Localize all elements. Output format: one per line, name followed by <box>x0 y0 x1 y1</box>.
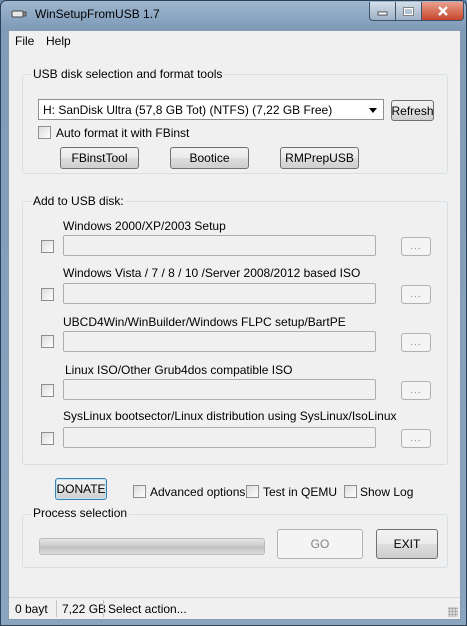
status-separator <box>56 600 57 617</box>
refresh-button[interactable]: Refresh <box>391 100 434 121</box>
browse-button-bartpe[interactable]: ... <box>401 333 431 352</box>
status-bar: 0 bayt 7,22 GB Select action... <box>9 597 460 619</box>
source-path-bartpe[interactable] <box>63 331 376 352</box>
close-button[interactable] <box>421 2 464 21</box>
status-separator <box>103 600 104 617</box>
source-path-winxp[interactable] <box>63 235 376 256</box>
show-log-checkbox[interactable] <box>344 485 357 498</box>
maximize-button[interactable] <box>395 2 422 21</box>
browse-button-syslinux[interactable]: ... <box>401 429 431 448</box>
rmprepusb-button[interactable]: RMPrepUSB <box>280 147 359 169</box>
app-window: WinSetupFromUSB 1.7 File Help USB disk s… <box>0 0 467 626</box>
test-qemu-checkbox[interactable] <box>246 485 259 498</box>
source-checkbox-linux[interactable] <box>41 384 54 397</box>
source-label-vista: Windows Vista / 7 / 8 / 10 /Server 2008/… <box>63 266 361 280</box>
resize-grip-icon[interactable] <box>448 607 458 617</box>
minimize-button[interactable] <box>369 2 396 21</box>
source-checkbox-bartpe[interactable] <box>41 335 54 348</box>
source-label-syslinux: SysLinux bootsector/Linux distribution u… <box>63 409 397 423</box>
title-bar[interactable]: WinSetupFromUSB 1.7 <box>1 1 466 29</box>
source-checkbox-vista[interactable] <box>41 288 54 301</box>
bootice-button[interactable]: Bootice <box>170 147 249 169</box>
source-label-linux: Linux ISO/Other Grub4dos compatible ISO <box>65 363 293 377</box>
process-group-label: Process selection <box>31 506 130 520</box>
test-qemu-label[interactable]: Test in QEMU <box>263 485 337 499</box>
usb-disk-select[interactable]: H: SanDisk Ultra (57,8 GB Tot) (NTFS) (7… <box>38 99 384 120</box>
process-group: Process selection GO EXIT <box>22 506 448 568</box>
advanced-options-checkbox[interactable] <box>133 485 146 498</box>
go-button[interactable]: GO <box>277 529 363 559</box>
advanced-options-label[interactable]: Advanced options <box>150 485 245 499</box>
donate-button[interactable]: DONATE <box>55 478 107 500</box>
status-free-space: 7,22 GB <box>62 602 107 616</box>
client-area: File Help USB disk selection and format … <box>8 30 461 620</box>
fbinsttool-button[interactable]: FBinstTool <box>60 147 139 169</box>
source-label-bartpe: UBCD4Win/WinBuilder/Windows FLPC setup/B… <box>63 315 346 329</box>
source-path-vista[interactable] <box>63 283 376 304</box>
source-checkbox-syslinux[interactable] <box>41 432 54 445</box>
chevron-down-icon[interactable] <box>369 108 377 113</box>
browse-button-vista[interactable]: ... <box>401 285 431 304</box>
usb-disk-group-label: USB disk selection and format tools <box>31 67 225 81</box>
auto-format-checkbox[interactable] <box>38 126 51 139</box>
usb-disk-selected: H: SanDisk Ultra (57,8 GB Tot) (NTFS) (7… <box>43 103 333 117</box>
status-message: Select action... <box>108 602 187 616</box>
add-to-usb-group: Add to USB disk: Windows 2000/XP/2003 Se… <box>22 194 448 465</box>
menu-bar: File Help <box>9 31 460 51</box>
auto-format-label[interactable]: Auto format it with FBinst <box>56 126 189 140</box>
usb-disk-group: USB disk selection and format tools H: S… <box>22 67 448 174</box>
minimize-icon <box>377 11 388 15</box>
progress-bar <box>39 538 265 555</box>
add-to-usb-group-label: Add to USB disk: <box>31 194 126 208</box>
source-path-linux[interactable] <box>63 379 376 400</box>
status-bytes: 0 bayt <box>15 602 48 616</box>
exit-button[interactable]: EXIT <box>376 529 438 559</box>
usb-drive-icon <box>11 10 27 18</box>
menu-file[interactable]: File <box>15 34 34 48</box>
show-log-label[interactable]: Show Log <box>360 485 413 499</box>
window-title: WinSetupFromUSB 1.7 <box>35 7 160 21</box>
close-icon <box>437 6 448 16</box>
menu-help[interactable]: Help <box>46 34 71 48</box>
browse-button-winxp[interactable]: ... <box>401 237 431 256</box>
browse-button-linux[interactable]: ... <box>401 381 431 400</box>
source-label-winxp: Windows 2000/XP/2003 Setup <box>63 219 226 233</box>
source-checkbox-winxp[interactable] <box>41 240 54 253</box>
source-path-syslinux[interactable] <box>63 427 376 448</box>
maximize-icon <box>403 6 414 16</box>
